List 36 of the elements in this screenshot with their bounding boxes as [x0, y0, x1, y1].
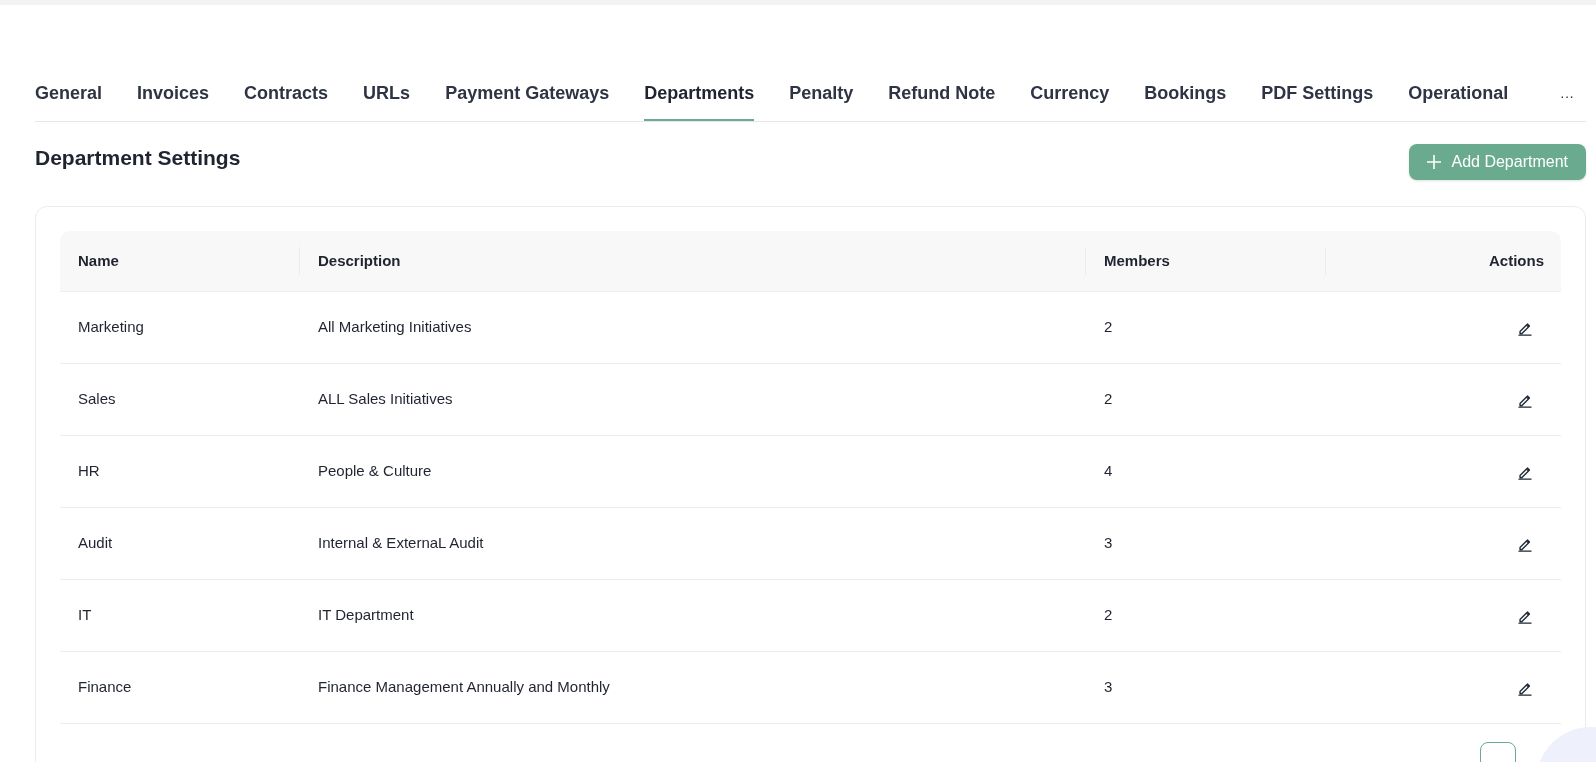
table-cell: IT [78, 606, 92, 624]
column-header: Name [78, 250, 119, 271]
tab[interactable]: Bookings [1144, 80, 1227, 121]
column-header: Actions [1489, 250, 1544, 271]
tab[interactable]: Refund Note [888, 80, 996, 121]
tab[interactable]: Invoices [137, 80, 210, 121]
tab[interactable]: Departments [644, 80, 755, 121]
tab[interactable]: Payment Gateways [445, 80, 610, 121]
table-cell: 2 [1104, 318, 1113, 336]
table-cell: IT Department [318, 606, 414, 624]
column-header: Members [1104, 250, 1170, 271]
tab[interactable]: Penalty [789, 80, 854, 121]
table-cell: Internal & ExternaL Audit [318, 534, 484, 552]
table-cell: Audit [78, 534, 113, 552]
tab[interactable]: URLs [363, 80, 411, 121]
table-cell: 4 [1104, 462, 1113, 480]
table-cell: ALL Sales Initiatives [318, 390, 453, 408]
tab[interactable]: PDF Settings [1261, 80, 1374, 121]
tab[interactable]: Operational [1408, 80, 1509, 121]
table-cell: Marketing [78, 318, 144, 336]
tab[interactable]: Contracts [244, 80, 329, 121]
table-cell: 3 [1104, 678, 1113, 696]
plus-icon [1427, 155, 1442, 169]
tab[interactable]: General [35, 80, 103, 121]
table-cell: All Marketing Initiatives [318, 318, 472, 336]
table-cell: Finance Management Annually and Monthly [318, 678, 610, 696]
table-cell: HR [78, 462, 100, 480]
table-cell: Finance [78, 678, 132, 696]
table-cell: 2 [1104, 390, 1113, 408]
column-header: Description [318, 250, 401, 271]
page-title: Department Settings [35, 145, 241, 171]
table-cell: People & Culture [318, 462, 432, 480]
table-cell: 3 [1104, 534, 1113, 552]
table-cell: 2 [1104, 606, 1113, 624]
tab[interactable]: Currency [1030, 80, 1110, 121]
table-cell: Sales [78, 390, 116, 408]
